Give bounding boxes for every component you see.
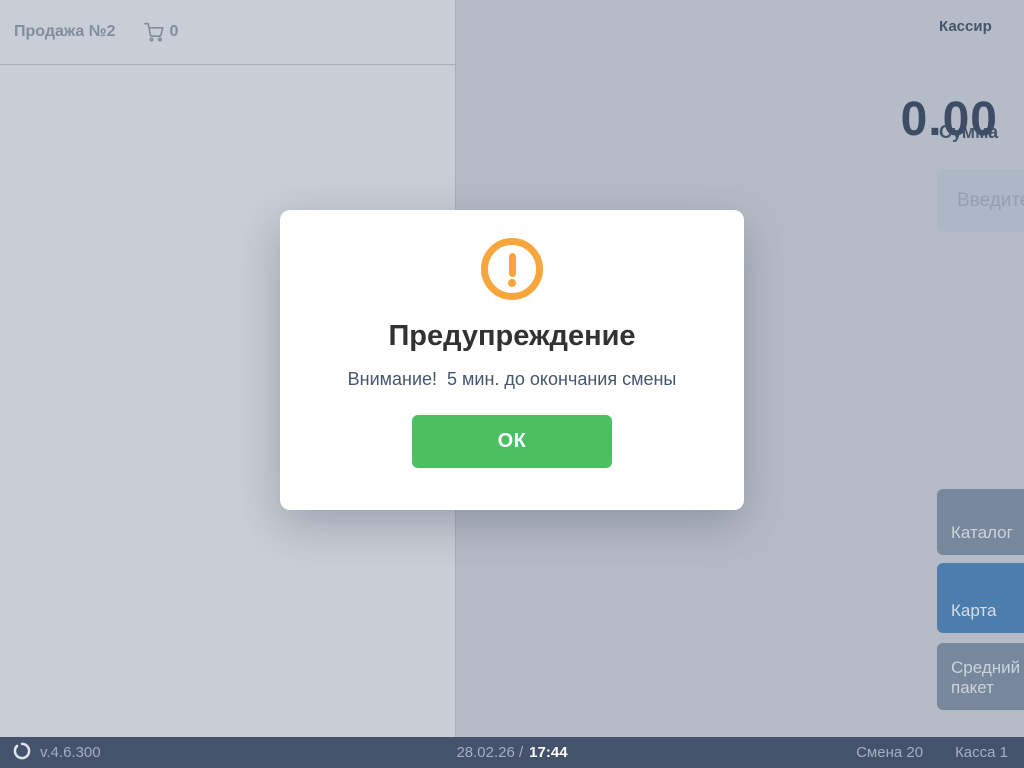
card-button[interactable]: Карта [937,563,1024,633]
sale-tab-title: Продажа №2 [14,23,116,40]
statusbar-right: Смена 20 Касса 1 [856,737,1008,768]
status-time: 17:44 [529,744,568,761]
status-bar: v.4.6.300 28.02.26 / 17:44 Смена 20 Касс… [0,737,1024,768]
sum-value: 0.00 [900,93,998,146]
cart-icon [143,22,164,42]
cashier-header-label: Кассир [939,18,992,35]
warning-icon [481,238,543,300]
status-date: 28.02.26 / [456,744,524,761]
register-number: Касса 1 [955,744,1008,761]
card-button-label: Карта [951,600,997,620]
shift-number: Смена 20 [856,744,924,761]
cart-count: 0 [169,23,179,40]
catalog-button[interactable]: Каталог [937,489,1024,555]
modal-message: Внимание! 5 мин. до окончания смены [347,369,677,389]
ok-button[interactable]: ОК [412,415,612,468]
medium-bag-button[interactable]: Средний пакет [937,643,1024,710]
pos-app: Продажа №2 0 Кассир Сумма 0.00 Введите к… [0,0,1024,768]
cart-indicator[interactable]: 0 [143,22,179,42]
product-code-input[interactable] [937,169,1024,232]
warning-modal: Предупреждение Внимание! 5 мин. до оконч… [280,210,744,510]
modal-title: Предупреждение [388,320,636,352]
sale-header[interactable]: Продажа №2 0 [0,0,455,65]
catalog-button-label: Каталог [951,522,1013,542]
medium-bag-label: Средний пакет [951,657,1021,697]
